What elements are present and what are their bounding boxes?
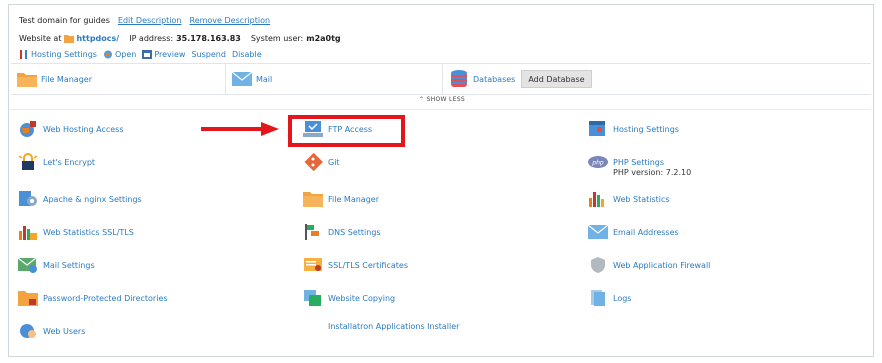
tile-mail-label: Mail	[256, 74, 273, 84]
apache-nginx-settings-label: Apache & nginx Settings	[43, 194, 142, 204]
domain-description-row: Test domain for guides Edit Description …	[19, 14, 270, 26]
lets-encrypt-label: Let's Encrypt	[43, 157, 96, 167]
folder-icon	[17, 73, 37, 87]
website-info-row: Website at httpdocs/ IP address: 35.178.…	[19, 32, 341, 44]
file-manager-label: File Manager	[328, 194, 379, 204]
hosting-settings-action[interactable]: Hosting Settings	[19, 49, 97, 59]
web-users-label: Web Users	[43, 326, 86, 336]
password-protected-dirs-link[interactable]: Password-Protected Directories	[18, 289, 168, 307]
protected-folder-icon	[18, 291, 38, 306]
preview-action[interactable]: Preview	[142, 49, 186, 59]
bar-chart-icon	[589, 192, 604, 207]
dns-settings-link[interactable]: DNS Settings	[303, 223, 381, 241]
php-icon: php	[588, 156, 608, 168]
tools-icon	[20, 49, 27, 59]
pointer-arrow-icon	[201, 122, 279, 136]
installatron-label: Installatron Applications Installer	[328, 322, 460, 331]
web-application-firewall-label: Web Application Firewall	[613, 260, 711, 270]
preview-icon	[142, 49, 153, 59]
logs-label: Logs	[613, 293, 632, 303]
php-settings-label: PHP Settings	[613, 157, 665, 167]
password-protected-dirs-label: Password-Protected Directories	[43, 293, 168, 303]
apache-nginx-settings-link[interactable]: Apache & nginx Settings	[18, 190, 142, 208]
add-database-button[interactable]: Add Database	[521, 70, 592, 88]
web-statistics-label: Web Statistics	[613, 194, 670, 204]
lets-encrypt-icon	[18, 153, 38, 170]
tile-mail[interactable]: Mail	[225, 64, 442, 94]
web-statistics-ssl-link[interactable]: Web Statistics SSL/TLS	[18, 223, 134, 241]
ftp-access-highlight	[288, 115, 405, 147]
system-user-label: System user:	[250, 33, 304, 43]
php-version: PHP version: 7.2.10	[613, 168, 692, 177]
database-icon	[451, 70, 467, 87]
chevron-up-icon: ⌃	[419, 96, 427, 103]
ssl-certificates-link[interactable]: SSL/TLS Certificates	[303, 256, 408, 274]
hosting-settings-label: Hosting Settings	[613, 124, 679, 134]
hosting-settings-action-label: Hosting Settings	[31, 49, 97, 59]
website-copying-icon	[304, 290, 321, 306]
git-label: Git	[328, 157, 340, 167]
ssl-certificates-label: SSL/TLS Certificates	[328, 260, 408, 270]
tile-databases: Databases Add Database	[442, 64, 871, 94]
shield-icon	[591, 257, 605, 273]
disable-action[interactable]: Disable	[232, 50, 262, 59]
domain-description: Test domain for guides	[19, 15, 110, 25]
folder-icon	[64, 34, 75, 43]
system-user-value: m2a0tg	[306, 33, 341, 43]
website-folder-link[interactable]: httpdocs/	[76, 34, 119, 43]
show-less-toggle[interactable]: ⌃ SHOW LESS	[9, 96, 875, 103]
globe-icon	[103, 50, 112, 58]
apache-nginx-icon	[19, 191, 37, 206]
email-addresses-link[interactable]: Email Addresses	[588, 223, 679, 241]
tile-databases-label[interactable]: Databases	[473, 75, 515, 84]
web-hosting-access-icon	[20, 121, 36, 137]
tile-file-manager-label: File Manager	[41, 74, 92, 84]
envelope-icon	[588, 224, 608, 239]
tile-file-manager[interactable]: File Manager	[11, 64, 225, 94]
web-hosting-access-label: Web Hosting Access	[43, 124, 124, 134]
divider	[11, 109, 871, 110]
web-statistics-ssl-icon	[19, 226, 37, 240]
domain-panel: Test domain for guides Edit Description …	[8, 4, 874, 357]
website-copying-label: Website Copying	[328, 293, 396, 303]
email-addresses-label: Email Addresses	[613, 227, 679, 237]
hosting-settings-link[interactable]: Hosting Settings	[588, 120, 679, 138]
open-action[interactable]: Open	[103, 50, 136, 59]
dns-settings-label: DNS Settings	[328, 227, 381, 237]
suspend-action[interactable]: Suspend	[191, 50, 225, 59]
folder-icon	[303, 192, 323, 207]
web-users-link[interactable]: Web Users	[18, 322, 85, 340]
web-statistics-link[interactable]: Web Statistics	[588, 190, 670, 208]
certificate-icon	[304, 258, 322, 271]
lets-encrypt-link[interactable]: Let's Encrypt	[18, 153, 95, 171]
mail-settings-icon	[18, 257, 37, 273]
mail-settings-label: Mail Settings	[43, 260, 95, 270]
git-icon	[304, 153, 323, 171]
show-less-label: SHOW LESS	[426, 96, 465, 103]
envelope-icon	[232, 71, 252, 86]
logs-icon	[591, 290, 605, 306]
dns-icon	[305, 224, 319, 240]
logs-link[interactable]: Logs	[588, 289, 631, 307]
web-application-firewall-link[interactable]: Web Application Firewall	[588, 256, 710, 274]
ip-value: 35.178.163.83	[176, 33, 241, 43]
file-manager-link[interactable]: File Manager	[303, 190, 379, 208]
svg-text:php: php	[591, 160, 604, 167]
website-at-label: Website at	[19, 33, 62, 43]
web-users-icon	[20, 324, 36, 338]
mail-settings-link[interactable]: Mail Settings	[18, 256, 95, 274]
web-hosting-access-link[interactable]: Web Hosting Access	[18, 120, 124, 138]
preview-action-label: Preview	[154, 49, 186, 59]
git-link[interactable]: Git	[303, 153, 340, 171]
installatron-link[interactable]: Installatron Applications Installer	[328, 322, 459, 331]
open-action-label: Open	[114, 49, 137, 59]
web-statistics-ssl-label: Web Statistics SSL/TLS	[43, 227, 134, 237]
hosting-settings-icon	[589, 121, 605, 136]
quick-tiles-bar: File Manager Mail Databases Add Database	[11, 63, 871, 95]
remove-description-link[interactable]: Remove Description	[190, 16, 271, 25]
edit-description-link[interactable]: Edit Description	[118, 16, 182, 25]
website-copying-link[interactable]: Website Copying	[303, 289, 395, 307]
ip-label: IP address:	[129, 33, 174, 43]
website-actions-row: Hosting Settings Open Preview Suspend Di…	[19, 48, 262, 60]
